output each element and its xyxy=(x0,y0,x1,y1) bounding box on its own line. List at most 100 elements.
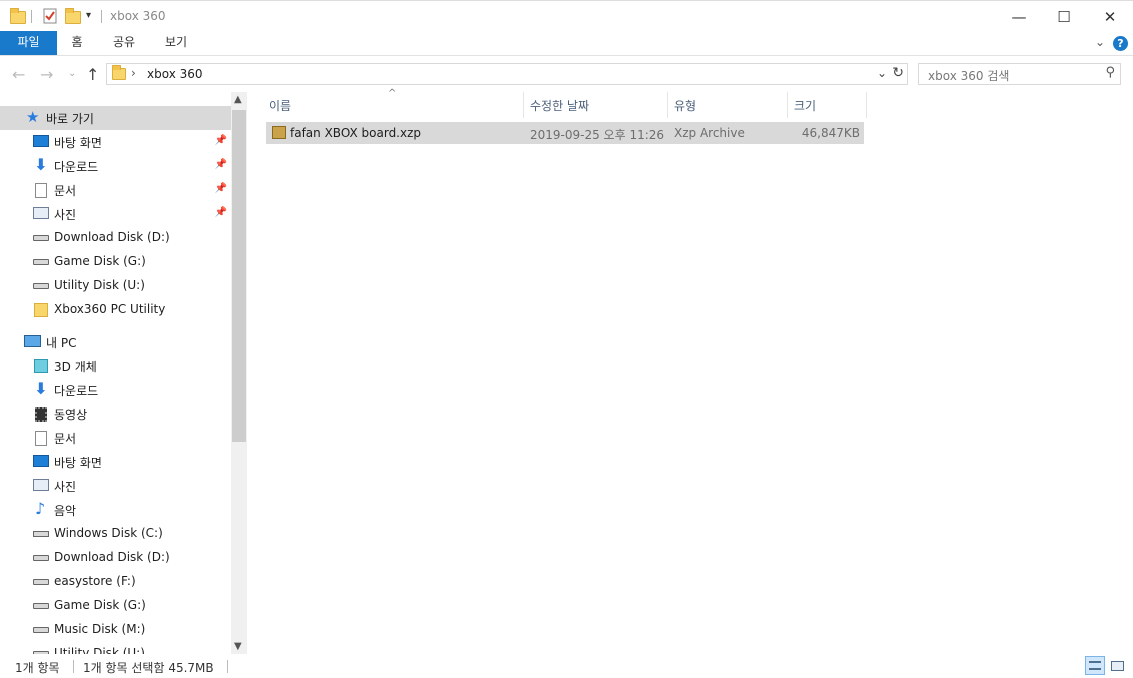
divider xyxy=(73,660,74,673)
close-button[interactable]: ✕ xyxy=(1087,1,1133,32)
download-icon: ⬇ xyxy=(34,379,48,398)
star-icon: ★ xyxy=(26,108,40,126)
search-icon[interactable]: ⚲ xyxy=(1105,65,1115,80)
drive-icon xyxy=(33,603,49,609)
table-row[interactable]: fafan XBOX board.xzp 2019-09-25 오후 11:26… xyxy=(266,122,864,144)
column-header-name[interactable]: 이름 xyxy=(266,92,524,118)
forward-arrow-icon[interactable]: → xyxy=(40,65,53,84)
sidebar-item-game-disk[interactable]: Game Disk (G:) xyxy=(0,594,231,618)
drive-icon xyxy=(33,259,49,265)
column-header-label: 수정한 날짜 xyxy=(530,99,590,113)
sidebar-item-label: Windows Disk (C:) xyxy=(54,526,163,540)
tab-file[interactable]: 파일 xyxy=(0,31,57,55)
sidebar-item-quick-access[interactable]: ★ 바로 가기 xyxy=(0,106,231,130)
computer-icon xyxy=(24,335,41,347)
breadcrumb-separator[interactable]: › xyxy=(131,66,136,80)
picture-icon xyxy=(33,207,49,219)
drive-icon xyxy=(33,627,49,633)
column-header-label: 크기 xyxy=(794,99,817,113)
tab-home[interactable]: 홈 xyxy=(57,31,97,55)
recent-locations-icon[interactable]: ⌄ xyxy=(68,68,76,79)
sidebar-item-documents[interactable]: 문서 xyxy=(0,426,231,450)
3d-objects-icon xyxy=(34,359,48,373)
refresh-icon[interactable]: ↻ xyxy=(892,65,904,81)
sidebar-item-windows-disk[interactable]: Windows Disk (C:) xyxy=(0,522,231,546)
folder-icon xyxy=(112,65,126,80)
chevron-down-icon[interactable]: ⌄ xyxy=(1095,35,1105,49)
drive-icon xyxy=(33,235,49,241)
sidebar-item-music-disk[interactable]: Music Disk (M:) xyxy=(0,618,231,642)
sidebar-item-download-disk[interactable]: Download Disk (D:) xyxy=(0,546,231,570)
sidebar-item-videos[interactable]: 동영상 xyxy=(0,402,231,426)
pin-icon: 📌 xyxy=(214,159,227,170)
navigation-bar: ← → ⌄ ↑ › xbox 360 ⌄ ↻ xbox 360 검색 ⚲ xyxy=(0,56,1133,92)
sidebar-item-desktop[interactable]: 바탕 화면 📌 xyxy=(0,130,231,154)
sidebar-item-utility-disk[interactable]: Utility Disk (U:) xyxy=(0,274,231,298)
sidebar-item-pictures[interactable]: 사진 📌 xyxy=(0,202,231,226)
search-input[interactable]: xbox 360 검색 ⚲ xyxy=(918,63,1121,85)
sidebar-item-downloads[interactable]: ⬇ 다운로드 xyxy=(0,378,231,402)
sidebar-item-label: Download Disk (D:) xyxy=(54,230,170,244)
scroll-down-icon[interactable]: ▼ xyxy=(234,641,242,652)
column-header-modified[interactable]: 수정한 날짜 xyxy=(524,92,667,118)
sidebar-item-desktop[interactable]: 바탕 화면 xyxy=(0,450,231,474)
sidebar-item-pictures[interactable]: 사진 xyxy=(0,474,231,498)
tab-view[interactable]: 보기 xyxy=(152,31,200,55)
desktop-icon xyxy=(33,135,49,147)
tab-share[interactable]: 공유 xyxy=(100,31,148,55)
scrollbar-thumb[interactable] xyxy=(232,110,246,442)
details-view-button[interactable] xyxy=(1085,656,1105,675)
chevron-down-icon[interactable]: ⌄ xyxy=(877,66,887,80)
column-header-type[interactable]: 유형 xyxy=(668,92,787,118)
sidebar-scrollbar[interactable]: ▲ ▼ xyxy=(231,92,247,654)
sidebar-item-label: 바탕 화면 xyxy=(54,136,102,150)
file-name: fafan XBOX board.xzp xyxy=(290,126,422,140)
sidebar-item-label: 바탕 화면 xyxy=(54,456,102,470)
sidebar-item-utility-disk[interactable]: Utility Disk (U:) xyxy=(0,642,231,654)
sidebar-item-3d-objects[interactable]: 3D 개체 xyxy=(0,354,231,378)
breadcrumb-current[interactable]: xbox 360 xyxy=(147,67,203,81)
drive-icon xyxy=(33,283,49,289)
sidebar-item-download-disk[interactable]: Download Disk (D:) xyxy=(0,226,231,250)
divider xyxy=(101,10,102,23)
sidebar-item-game-disk[interactable]: Game Disk (G:) xyxy=(0,250,231,274)
column-header-label: 이름 xyxy=(269,99,292,113)
large-icons-view-button[interactable] xyxy=(1107,656,1127,675)
sidebar-item-music[interactable]: ♪ 음악 xyxy=(0,498,231,522)
sidebar-item-label: Download Disk (D:) xyxy=(54,550,170,564)
minimize-button[interactable]: — xyxy=(996,1,1042,32)
sidebar-item-this-pc[interactable]: 내 PC xyxy=(0,330,231,354)
column-divider[interactable] xyxy=(866,92,867,118)
sidebar-item-easystore[interactable]: easystore (F:) xyxy=(0,570,231,594)
title-bar: ▾ xbox 360 — ☐ ✕ xyxy=(0,0,1133,31)
drive-icon xyxy=(33,579,49,585)
sidebar-item-label: Game Disk (G:) xyxy=(54,254,146,268)
address-bar[interactable]: › xbox 360 ⌄ ↻ xyxy=(106,63,908,85)
sidebar-item-label: 음악 xyxy=(54,504,77,518)
sidebar-item-label: 다운로드 xyxy=(54,384,99,398)
archive-file-icon xyxy=(272,126,286,139)
back-arrow-icon[interactable]: ← xyxy=(12,65,25,84)
new-folder-icon[interactable] xyxy=(65,8,81,24)
scroll-up-icon[interactable]: ▲ xyxy=(234,94,242,105)
sidebar-item-xbox360-pc-utility[interactable]: Xbox360 PC Utility xyxy=(0,298,231,322)
sidebar-item-label: 다운로드 xyxy=(54,160,99,174)
folder-icon xyxy=(10,8,26,24)
help-icon[interactable]: ? xyxy=(1113,36,1128,51)
sidebar-item-label: 사진 xyxy=(54,208,77,222)
sidebar-item-documents[interactable]: 문서 📌 xyxy=(0,178,231,202)
divider xyxy=(227,660,228,673)
sidebar-item-label: 문서 xyxy=(54,184,77,198)
sidebar-item-downloads[interactable]: ⬇ 다운로드 📌 xyxy=(0,154,231,178)
customize-quick-access-icon[interactable]: ▾ xyxy=(86,10,102,26)
details-view-icon xyxy=(1089,661,1101,670)
status-bar: 1개 항목 1개 항목 선택함 45.7MB xyxy=(0,654,1133,678)
up-arrow-icon[interactable]: ↑ xyxy=(86,65,99,84)
folder-icon xyxy=(34,303,48,317)
document-icon xyxy=(35,431,47,446)
properties-icon[interactable] xyxy=(42,8,58,24)
maximize-button[interactable]: ☐ xyxy=(1041,1,1087,32)
pin-icon: 📌 xyxy=(214,207,227,218)
sidebar-item-label: Music Disk (M:) xyxy=(54,622,146,636)
column-header-size[interactable]: 크기 xyxy=(788,92,866,118)
